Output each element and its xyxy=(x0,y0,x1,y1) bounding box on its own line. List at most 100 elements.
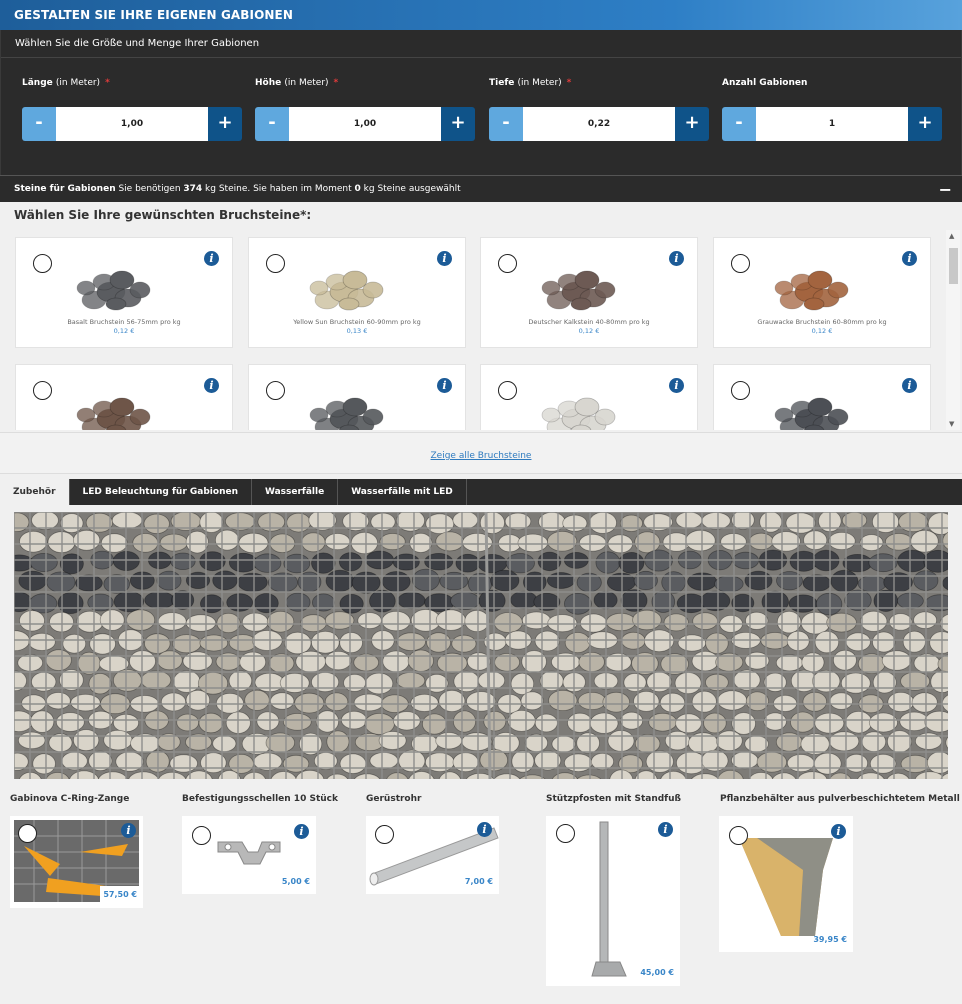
accessory-title: Pflanzbehälter aus pulverbeschichtetem M… xyxy=(720,794,960,804)
quantity-stepper: - 1 + xyxy=(722,107,942,141)
height-input[interactable]: 1,00 xyxy=(289,107,441,141)
info-icon[interactable]: i xyxy=(902,378,917,393)
stone-price: 0,12 € xyxy=(578,327,600,335)
quantity-input[interactable]: 1 xyxy=(756,107,908,141)
stone-name: Yellow Sun Bruchstein 60-90mm pro kg xyxy=(293,318,421,326)
tab-accessories[interactable]: Zubehör xyxy=(0,479,70,505)
stone-card[interactable]: i xyxy=(15,364,233,430)
size-panel: Wählen Sie die Größe und Menge Ihrer Gab… xyxy=(0,30,962,175)
depth-plus-button[interactable]: + xyxy=(675,107,709,141)
stone-section-title: Wählen Sie Ihre gewünschten Bruchsteine*… xyxy=(14,208,312,222)
gabion-banner-image xyxy=(14,512,948,779)
length-minus-button[interactable]: - xyxy=(22,107,56,141)
info-icon[interactable]: i xyxy=(902,251,917,266)
accessory-radio[interactable] xyxy=(375,825,394,844)
show-all-stones-link[interactable]: Zeige alle Bruchsteine xyxy=(431,451,532,461)
stone-list-scrollbar[interactable]: ▲ ▼ xyxy=(946,230,960,430)
depth-unit: (in Meter) xyxy=(517,78,562,88)
accessory-radio[interactable] xyxy=(729,826,748,845)
accessory-card[interactable]: i 39,95 € xyxy=(719,816,853,952)
length-input[interactable]: 1,00 xyxy=(56,107,208,141)
accessory-support-post: Stützpfosten mit Standfuß i 45,00 € xyxy=(546,794,681,986)
info-icon[interactable]: i xyxy=(204,378,219,393)
info-icon[interactable]: i xyxy=(204,251,219,266)
accessory-price: 7,00 € xyxy=(464,877,493,886)
collapse-icon[interactable]: − xyxy=(939,176,952,203)
required-mark: * xyxy=(333,78,339,88)
accessory-planter: Pflanzbehälter aus pulverbeschichtetem M… xyxy=(719,794,960,952)
accessory-price: 5,00 € xyxy=(281,877,310,886)
stone-radio[interactable] xyxy=(266,381,285,400)
accessory-price: 39,95 € xyxy=(813,935,847,944)
stone-card[interactable]: i Grauwacke Bruchstein 60-80mm pro kg 0,12… xyxy=(713,237,931,348)
accessory-title: Gabinova C-Ring-Zange xyxy=(10,794,130,804)
info-icon[interactable]: i xyxy=(831,824,846,839)
divider xyxy=(1,57,961,58)
quantity-plus-button[interactable]: + xyxy=(908,107,942,141)
info-icon[interactable]: i xyxy=(121,823,136,838)
info-icon[interactable]: i xyxy=(437,251,452,266)
quantity-minus-button[interactable]: - xyxy=(722,107,756,141)
stone-name: Basalt Bruchstein 56-75mm pro kg xyxy=(67,318,181,326)
required-mark: * xyxy=(566,78,572,88)
stone-radio[interactable] xyxy=(731,381,750,400)
accessory-c-ring-pliers: Gabinova C-Ring-Zange i 57,50 € xyxy=(10,794,143,908)
info-icon[interactable]: i xyxy=(437,378,452,393)
height-minus-button[interactable]: - xyxy=(255,107,289,141)
depth-field: Tiefe (in Meter) * - 0,22 + xyxy=(489,78,709,141)
accessory-card[interactable]: i 5,00 € xyxy=(182,816,316,894)
tab-led-lighting[interactable]: LED Beleuchtung für Gabionen xyxy=(70,479,252,505)
stone-price: 0,13 € xyxy=(346,327,368,335)
info-icon[interactable]: i xyxy=(669,378,684,393)
stone-card[interactable]: i xyxy=(480,364,698,430)
depth-label: Tiefe xyxy=(489,78,515,88)
scroll-up-icon[interactable]: ▲ xyxy=(949,232,954,240)
tab-bar: Zubehör LED Beleuchtung für Gabionen Was… xyxy=(0,479,962,505)
stone-radio[interactable] xyxy=(498,381,517,400)
height-unit: (in Meter) xyxy=(284,78,329,88)
info-icon[interactable]: i xyxy=(669,251,684,266)
stone-card[interactable]: i xyxy=(713,364,931,430)
stone-radio[interactable] xyxy=(33,254,52,273)
height-label: Höhe xyxy=(255,78,282,88)
stone-radio[interactable] xyxy=(498,254,517,273)
quantity-field: Anzahl Gabionen - 1 + xyxy=(722,78,942,141)
accessory-title: Befestigungsschellen 10 Stück xyxy=(182,794,338,804)
stone-radio[interactable] xyxy=(266,254,285,273)
stone-card[interactable]: i Deutscher Kalkstein 40-80mm pro kg 0,12 … xyxy=(480,237,698,348)
accessory-card[interactable]: i 7,00 € xyxy=(366,816,499,894)
size-subtitle: Wählen Sie die Größe und Menge Ihrer Gab… xyxy=(15,38,260,49)
stones-summary-bar[interactable]: Steine für Gabionen Sie benötigen 374 kg… xyxy=(0,175,962,202)
depth-input[interactable]: 0,22 xyxy=(523,107,675,141)
stone-card[interactable]: i Yellow Sun Bruchstein 60-90mm pro kg 0,1… xyxy=(248,237,466,348)
stone-name: Deutscher Kalkstein 40-80mm pro kg xyxy=(528,318,650,326)
info-icon[interactable]: i xyxy=(294,824,309,839)
tab-waterfalls-led[interactable]: Wasserfälle mit LED xyxy=(338,479,467,505)
kg-needed: 374 xyxy=(183,184,203,194)
gabion-wall-picture xyxy=(14,512,948,779)
accessory-card[interactable]: i 57,50 € xyxy=(10,816,143,908)
info-icon[interactable]: i xyxy=(477,822,492,837)
gabion-configurator: GESTALTEN SIE IHRE EIGENEN GABIONEN Wähl… xyxy=(0,0,962,1004)
stone-card[interactable]: i Basalt Bruchstein 56-75mm pro kg 0,12 € xyxy=(15,237,233,348)
accessory-card[interactable]: i 45,00 € xyxy=(546,816,680,986)
accessory-title: Gerüstrohr xyxy=(366,794,422,804)
length-stepper: - 1,00 + xyxy=(22,107,242,141)
stone-radio[interactable] xyxy=(33,381,52,400)
tab-waterfalls[interactable]: Wasserfälle xyxy=(252,479,339,505)
length-unit: (in Meter) xyxy=(55,78,101,88)
depth-stepper: - 0,22 + xyxy=(489,107,709,141)
quantity-label: Anzahl Gabionen xyxy=(722,78,808,88)
depth-minus-button[interactable]: - xyxy=(489,107,523,141)
accessory-radio[interactable] xyxy=(556,824,575,843)
length-plus-button[interactable]: + xyxy=(208,107,242,141)
stone-radio[interactable] xyxy=(731,254,750,273)
height-plus-button[interactable]: + xyxy=(441,107,475,141)
accessory-radio[interactable] xyxy=(18,824,37,843)
info-icon[interactable]: i xyxy=(658,822,673,837)
scrollbar-thumb[interactable] xyxy=(949,248,958,284)
stone-card[interactable]: i xyxy=(248,364,466,430)
scroll-down-icon[interactable]: ▼ xyxy=(949,420,954,428)
accessory-radio[interactable] xyxy=(192,826,211,845)
accessory-clamps: Befestigungsschellen 10 Stück i 5,00 € xyxy=(182,794,338,894)
